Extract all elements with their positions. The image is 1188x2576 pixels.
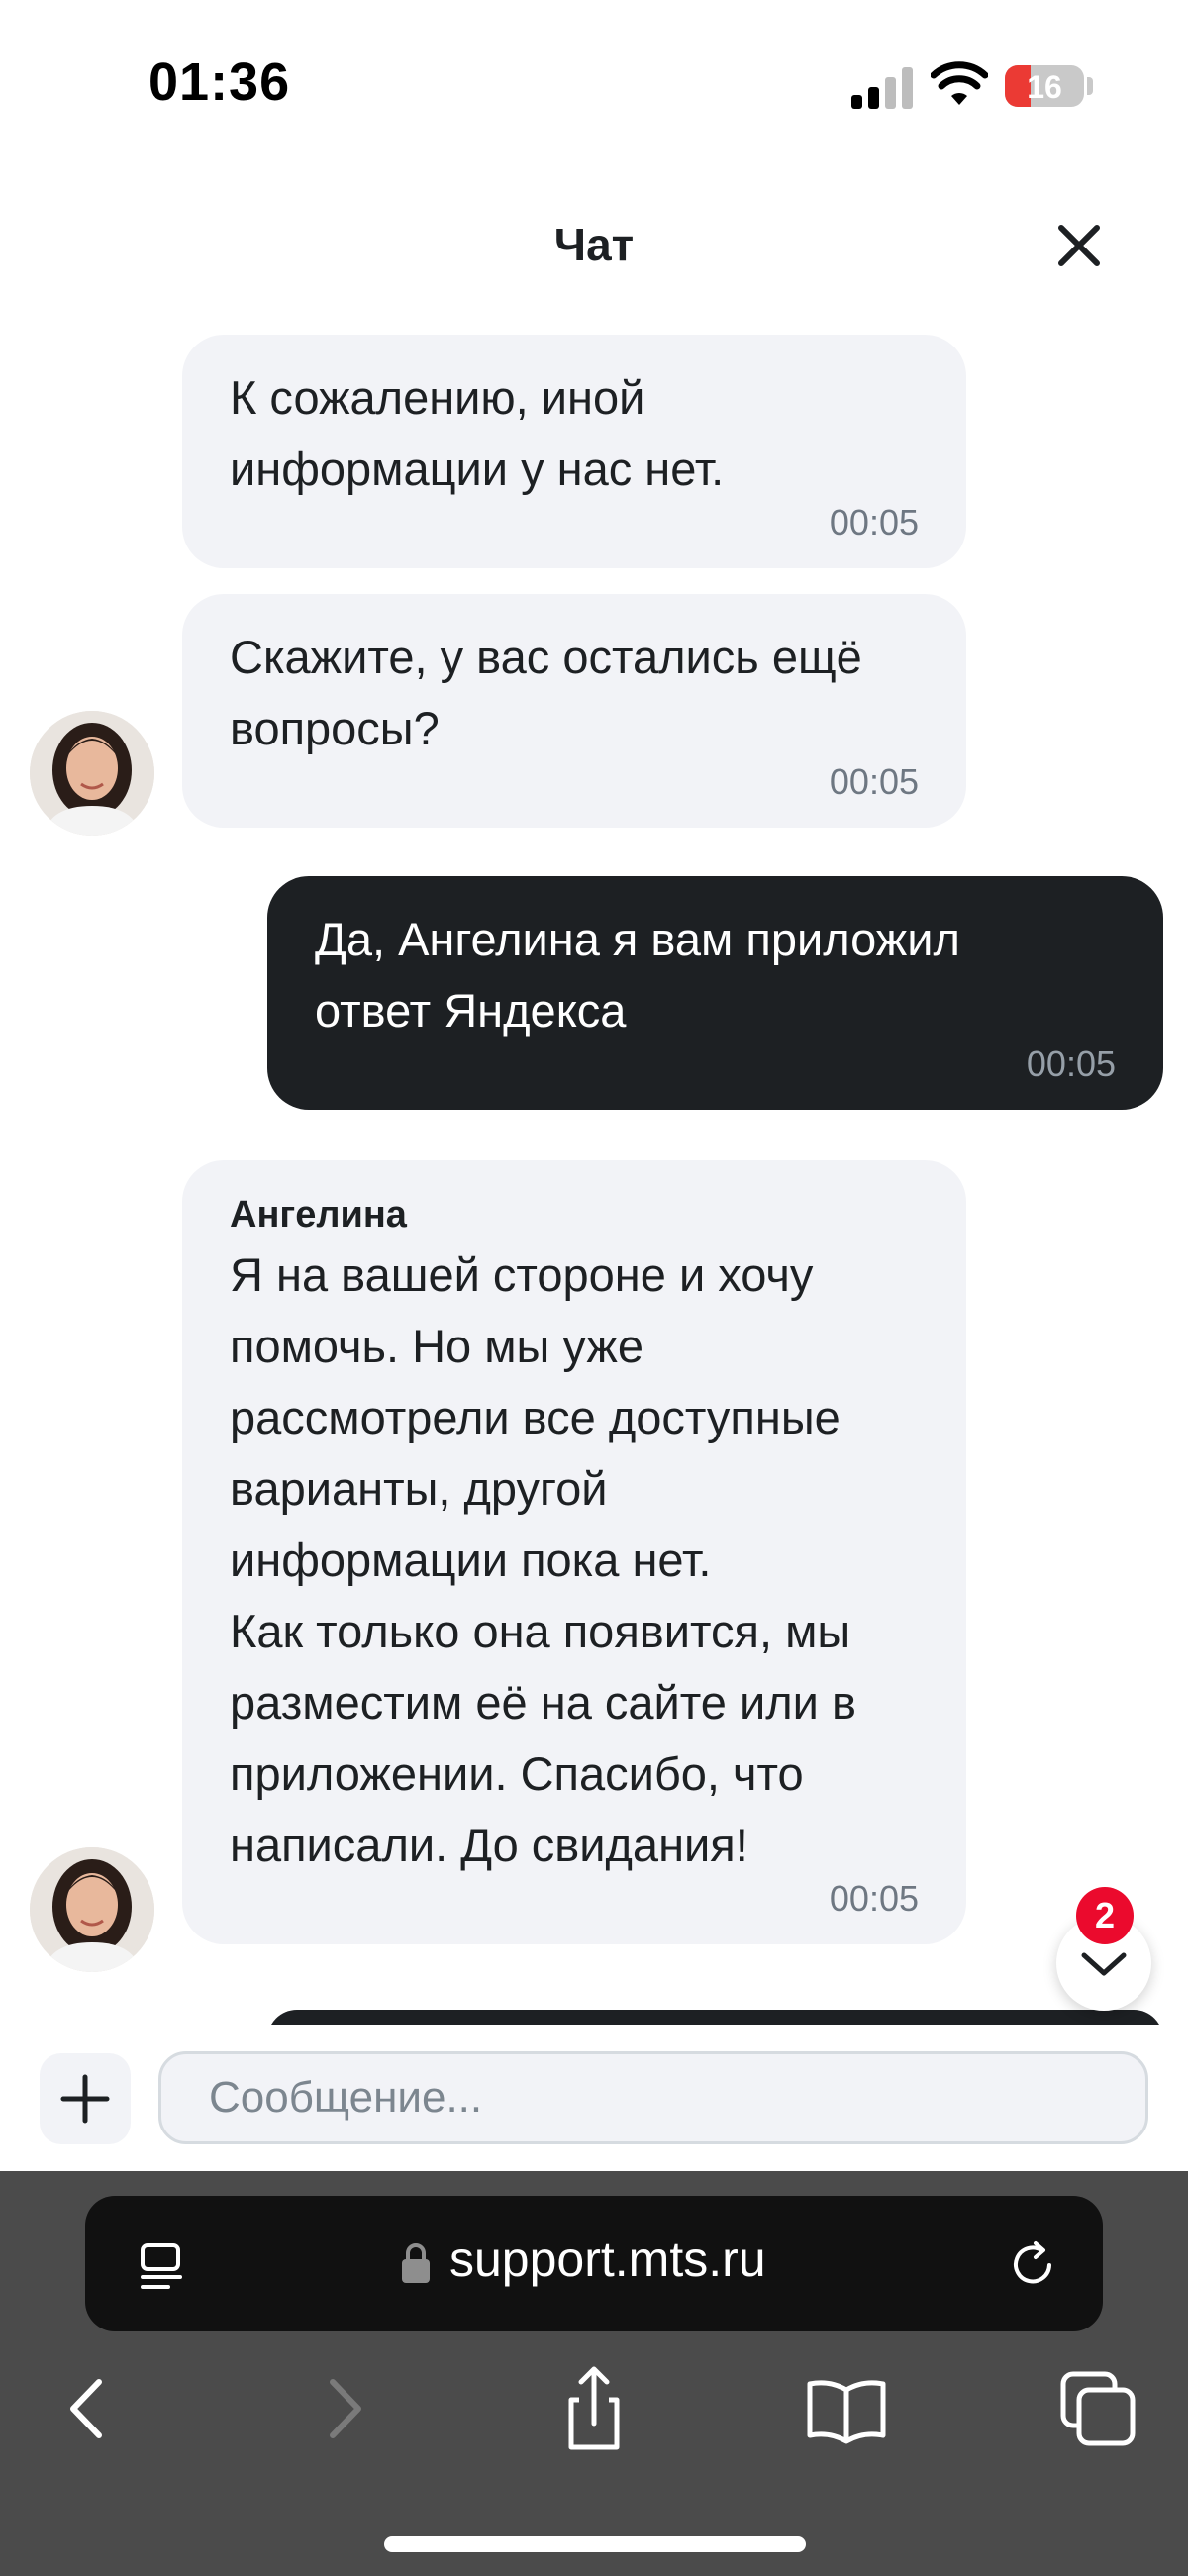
battery-tip [1087,77,1093,95]
message-composer [0,2028,1188,2171]
page-title: Чат [553,219,635,270]
attach-button[interactable] [40,2053,131,2144]
message-list[interactable]: К сожалению, иной информации у нас нет. … [0,327,1188,2025]
close-icon[interactable] [1049,216,1109,275]
share-icon[interactable] [549,2364,639,2453]
message-text: Я на вашей стороне и хочу помочь. Но мы … [230,1248,856,1871]
tabs-list-icon[interactable] [133,2235,192,2295]
message-bubble-incoming[interactable]: Ангелина Я на вашей стороне и хочу помоч… [182,1160,966,1944]
tabs-icon[interactable] [1053,2364,1142,2453]
unread-badge: 2 [1076,1887,1134,1944]
reload-icon[interactable] [1006,2235,1061,2295]
message-bubble-outgoing-partial[interactable] [267,2010,1163,2025]
bookmarks-icon[interactable] [802,2364,891,2453]
message-bubble-incoming[interactable]: Скажите, у вас остались ещё вопросы? 00:… [182,594,966,828]
home-indicator[interactable] [384,2536,806,2552]
message-input[interactable] [158,2051,1148,2144]
url-text: support.mts.ru [449,2231,766,2287]
wifi-icon [931,61,988,105]
chat-header: Чат [0,188,1188,307]
signal-icon [851,63,915,109]
message-time: 00:05 [1026,1043,1116,1084]
status-time: 01:36 [148,52,291,112]
operator-avatar-icon [30,711,154,836]
avatar [30,1847,154,1972]
message-bubble-incoming[interactable]: К сожалению, иной информации у нас нет. … [182,335,966,568]
battery-level: 16 [1027,69,1062,105]
address-bar[interactable]: support.mts.ru [85,2196,1103,2331]
message-bubble-outgoing[interactable]: Да, Ангелина я вам приложил ответ Яндекс… [267,876,1163,1110]
message-sender: Ангелина [230,1194,407,1236]
browser-toolbar: support.mts.ru [0,2171,1188,2576]
plus-icon [60,2074,110,2124]
message-text: К сожалению, иной информации у нас нет. [230,371,725,495]
message-text: Скажите, у вас остались ещё вопросы? [230,631,862,754]
message-time: 00:05 [829,761,919,802]
status-bar: 01:36 16 [0,0,1188,168]
forward-icon[interactable] [299,2364,388,2453]
message-time: 00:05 [829,502,919,543]
operator-avatar-icon [30,1847,154,1972]
back-icon[interactable] [44,2364,133,2453]
avatar [30,711,154,836]
message-time: 00:05 [829,1878,919,1919]
message-text: Да, Ангелина я вам приложил ответ Яндекс… [315,913,960,1037]
lock-icon [402,2243,430,2283]
battery-icon: 16 [1005,65,1084,107]
